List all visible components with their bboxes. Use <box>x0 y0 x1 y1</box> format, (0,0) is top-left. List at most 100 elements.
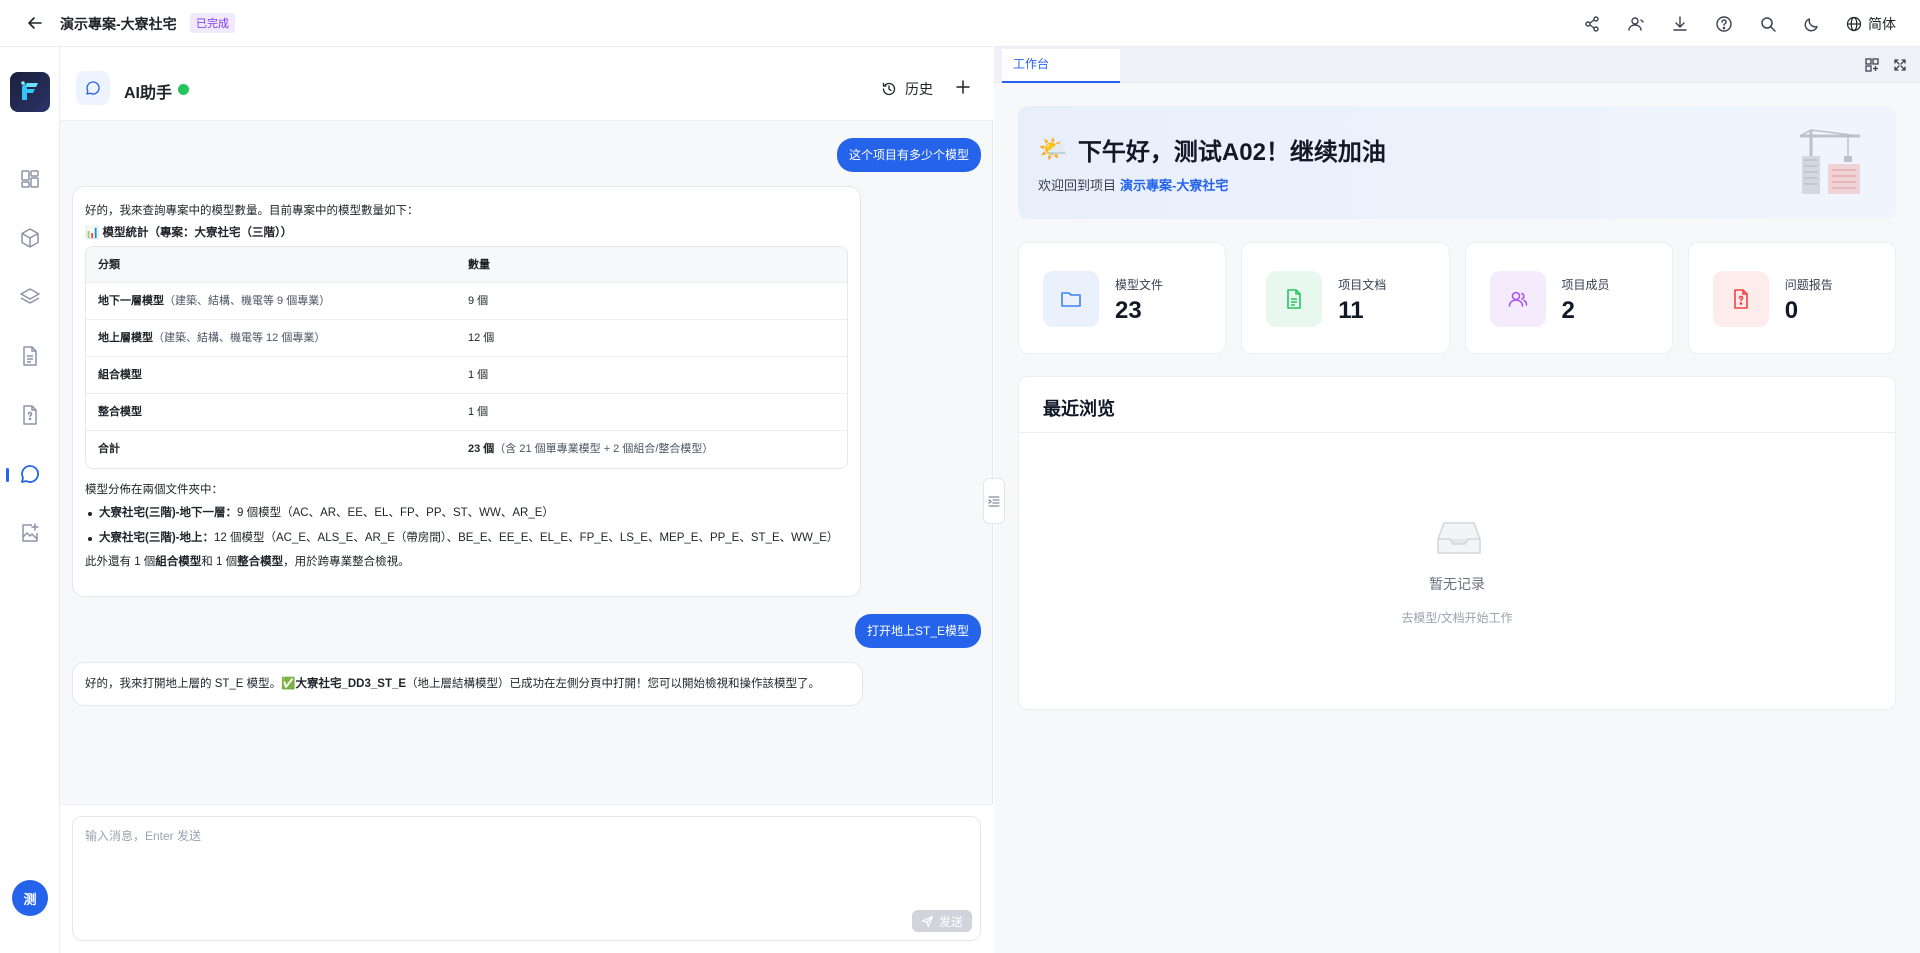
list-item: 大寮社宅(三階)-地上：12 個模型（AC_E、ALS_E、AR_E（帶房間）、… <box>85 526 848 551</box>
chat-header: AI助手 历史 <box>60 47 993 121</box>
greeting-subtitle: 欢迎回到项目 演示專案-大寮社宅 <box>1038 175 1228 194</box>
status-badge: 已完成 <box>190 13 235 33</box>
language-label: 简体 <box>1868 15 1896 32</box>
document-icon[interactable] <box>18 344 42 368</box>
stat-card-members[interactable]: 项目成员 2 <box>1464 242 1673 354</box>
workbench-tabs: 工作台 <box>994 47 1920 83</box>
folder-icon <box>1043 271 1099 327</box>
weather-icon: 🌤️ <box>1038 136 1068 163</box>
history-button[interactable]: 历史 <box>881 79 933 99</box>
welcome-text: 欢迎回到项目 <box>1038 178 1117 193</box>
construction-crane-icon <box>1796 126 1866 196</box>
chat-input-box: 发送 <box>72 816 981 941</box>
members-icon[interactable] <box>1626 14 1646 34</box>
download-icon[interactable] <box>1670 14 1690 34</box>
user-message: 这个项目有多少个模型 <box>836 138 981 172</box>
search-icon[interactable] <box>1758 14 1778 34</box>
layers-icon[interactable] <box>18 285 42 309</box>
table-cell-category: 地下一層模型 <box>98 295 164 307</box>
table-cell-note: （建築、結構、機電等 12 個專業） <box>153 332 326 344</box>
table-row: 地下一層模型（建築、結構、機電等 9 個專業） 9 個 <box>86 283 847 320</box>
new-chat-plus-icon[interactable] <box>953 77 973 97</box>
table-cell-count: 9 個 <box>468 295 489 307</box>
folder-detail: 9 個模型（AC、AR、EE、EL、FP、PP、ST、WW、AR_E） <box>237 507 554 519</box>
message-input[interactable] <box>73 817 980 940</box>
folder-detail: 12 個模型（AC_E、ALS_E、AR_E（帶房間）、BE_E、EE_E、EL… <box>214 532 839 544</box>
divider <box>1019 432 1895 433</box>
greeting-text: 下午好，测试A02！继续加油 <box>1077 139 1386 166</box>
dark-mode-icon[interactable] <box>1802 14 1822 34</box>
table-header-cell: 數量 <box>468 259 490 271</box>
folder-name: 大寮社宅(三階)-地下一層： <box>99 507 237 519</box>
stat-value: 11 <box>1338 297 1364 324</box>
table-header-cell: 分類 <box>98 259 120 271</box>
document-icon <box>1266 271 1323 327</box>
collapse-panel-handle[interactable] <box>983 478 1005 524</box>
ai-message-text: 好的，我來打開地上層的 ST_E 模型。 <box>85 678 282 690</box>
table-row: 整合模型 1 個 <box>86 394 847 431</box>
table-cell-category: 整合模型 <box>98 406 142 418</box>
stats-heading: 📊 模型統計（專案：大寮社宅（三階）） <box>85 227 293 239</box>
history-label: 历史 <box>905 81 933 97</box>
footer-text: 和 1 個 <box>201 556 238 568</box>
recent-title: 最近浏览 <box>1043 399 1115 419</box>
stat-card-model-files[interactable]: 模型文件 23 <box>1018 242 1227 354</box>
table-cell-count: 1 個 <box>468 406 489 418</box>
language-switch[interactable]: 简体 <box>1846 14 1896 34</box>
empty-inbox-icon <box>1436 517 1482 557</box>
stat-card-documents[interactable]: 项目文档 11 <box>1241 242 1450 354</box>
user-avatar[interactable]: 测 <box>12 880 48 916</box>
check-mark-icon: ✅ <box>281 678 296 690</box>
ai-message-intro: 好的，我來查詢專案中的模型數量。目前專案中的模型數量如下： <box>85 205 419 217</box>
history-icon <box>881 81 905 97</box>
tab-workbench[interactable]: 工作台 <box>1002 49 1120 83</box>
user-message: 打开地上ST_E模型 <box>854 614 981 648</box>
send-button[interactable]: 发送 <box>911 910 972 932</box>
members-icon <box>1489 271 1546 327</box>
help-icon[interactable] <box>1714 14 1734 34</box>
dashboard-icon[interactable] <box>18 167 42 191</box>
footer-bold: 整合模型 <box>237 556 284 568</box>
empty-state-text: 暂无记录 <box>1429 576 1485 592</box>
chat-input-area: 发送 <box>60 804 993 953</box>
stat-card-issues[interactable]: 问题报告 0 <box>1687 242 1896 354</box>
table-cell-count: 1 個 <box>468 369 489 381</box>
footer-bold: 組合模型 <box>155 556 202 568</box>
table-row-total: 合計 23 個（含 21 個單專業模型 + 2 個組合/整合模型） <box>86 431 847 468</box>
table-cell-category: 組合模型 <box>98 369 142 381</box>
stat-label: 模型文件 <box>1115 278 1164 292</box>
globe-icon <box>1846 16 1868 32</box>
table-cell-count: 23 個 <box>468 443 495 455</box>
greeting-title: 🌤️ 下午好，测试A02！继续加油 <box>1038 132 1386 167</box>
project-title: 演示專案-大寮社宅 <box>60 16 177 32</box>
model-stats-table: 分類 數量 地下一層模型（建築、結構、機電等 9 個專業） 9 個 地上層模型（… <box>85 246 848 469</box>
table-cell-count: 12 個 <box>468 332 495 344</box>
share-icon[interactable] <box>1582 14 1602 34</box>
empty-state-hint[interactable]: 去模型/文档开始工作 <box>1019 609 1895 626</box>
ai-message: 好的，我來查詢專案中的模型數量。目前專案中的模型數量如下： 📊 模型統計（專案：… <box>72 186 861 597</box>
greeting-banner: 🌤️ 下午好，测试A02！继续加油 欢迎回到项目 演示專案-大寮社宅 <box>1018 106 1896 219</box>
table-row: 地上層模型（建築、結構、機電等 12 個專業） 12 個 <box>86 320 847 357</box>
ai-chat-panel: AI助手 历史 这个项目有多少个模型 好的，我來查詢專案中的模型數量。目前專案中… <box>60 47 993 953</box>
workbench-panel: 工作台 🌤️ 下午好，测试A02！继续加油 欢迎回到项目 演示專案-大寮社宅 模… <box>994 47 1920 953</box>
ai-message-footer: 此外還有 1 個組合模型和 1 個整合模型，用於跨專業整合檢視。 <box>85 551 848 573</box>
top-actions: 简体 <box>1558 0 1920 47</box>
send-icon <box>921 915 939 928</box>
ai-message-text: （地上層結構模型）已成功在左側分頁中打開！您可以開始檢視和操作該模型了。 <box>406 678 821 690</box>
issue-report-icon[interactable] <box>18 403 42 427</box>
list-item: 大寮社宅(三階)-地下一層：9 個模型（AC、AR、EE、EL、FP、PP、ST… <box>85 501 848 526</box>
footer-text: 此外還有 1 個 <box>85 556 156 568</box>
stats-row: 模型文件 23 项目文档 11 项目成员 2 问题报告 0 <box>1018 242 1896 354</box>
folder-name: 大寮社宅(三階)-地上： <box>99 532 214 544</box>
back-arrow-icon[interactable] <box>25 13 45 33</box>
fullscreen-icon[interactable] <box>1892 57 1908 73</box>
distribution-list: 大寮社宅(三階)-地下一層：9 個模型（AC、AR、EE、EL、FP、PP、ST… <box>85 501 848 551</box>
table-header-row: 分類 數量 <box>86 247 847 283</box>
project-link[interactable]: 演示專案-大寮社宅 <box>1120 178 1228 193</box>
app-logo[interactable] <box>10 72 50 112</box>
image-edit-icon[interactable] <box>18 521 42 545</box>
model-cube-icon[interactable] <box>18 226 42 250</box>
table-cell-note: （建築、結構、機電等 9 個專業） <box>164 295 331 307</box>
ai-chat-icon[interactable] <box>18 462 42 486</box>
split-view-icon[interactable] <box>1864 57 1880 73</box>
